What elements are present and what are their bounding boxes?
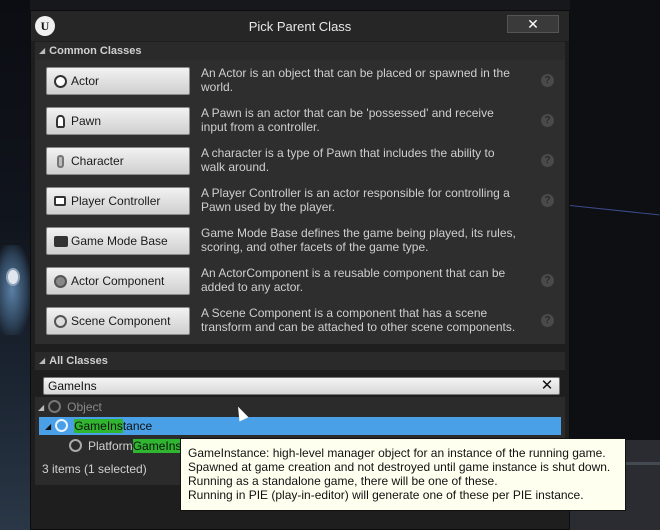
close-button[interactable]: ✕ (507, 15, 559, 33)
tooltip-line: Spawned at game creation and not destroy… (188, 460, 611, 474)
character-button-label: Character (71, 154, 124, 168)
help-icon[interactable]: ? (541, 154, 554, 167)
help-icon[interactable]: ? (541, 114, 554, 127)
expand-arrow-icon[interactable]: ◢ (38, 399, 44, 417)
clear-search-icon[interactable]: ✕ (538, 378, 556, 394)
search-match-highlight: GameIns (132, 439, 182, 453)
gameinstance-class-icon (55, 419, 69, 432)
viewport-scene-object (0, 245, 30, 335)
item-count-status: 3 items (1 selected) (42, 462, 147, 476)
actor-button-label: Actor (71, 74, 100, 88)
class-row-game-mode-base: Game Mode Base Game Mode Base defines th… (35, 220, 565, 260)
character-description: A character is a type of Pawn that inclu… (201, 146, 495, 174)
class-row-actor-component: Actor Component An ActorComponent is a r… (35, 260, 565, 300)
class-row-pawn: Pawn A Pawn is an actor that can be 'pos… (35, 100, 565, 140)
actor-component-button-label: Actor Component (71, 274, 165, 288)
player-controller-icon (54, 196, 66, 206)
scene-component-icon (54, 315, 67, 328)
tree-item-label-prefix: Platform (88, 439, 133, 453)
tooltip-line: Running as a standalone game, there will… (188, 474, 498, 488)
collapse-arrow-icon: ◢ (39, 46, 46, 55)
pawn-icon (56, 115, 65, 128)
game-mode-base-description: Game Mode Base defines the game being pl… (201, 226, 516, 254)
class-row-scene-component: Scene Component A Scene Component is a c… (35, 300, 565, 340)
common-classes-header[interactable]: ◢ Common Classes (35, 42, 565, 60)
dialog-title: Pick Parent Class (248, 19, 352, 34)
tree-item-label: Object (67, 400, 102, 414)
help-icon[interactable]: ? (541, 194, 554, 207)
help-icon[interactable]: ? (541, 274, 554, 287)
class-tooltip: GameInstance: high-level manager object … (180, 438, 626, 511)
scene-component-button[interactable]: Scene Component (46, 307, 190, 335)
actor-icon (54, 75, 67, 88)
tree-row-platform-gameinstance[interactable]: PlatformGameIns (69, 437, 182, 455)
game-mode-base-button-label: Game Mode Base (71, 234, 168, 248)
game-mode-base-button[interactable]: Game Mode Base (46, 227, 190, 255)
tree-row-gameinstance[interactable]: ◢ GameInstance (39, 417, 561, 435)
all-classes-label: All Classes (49, 355, 108, 367)
help-icon[interactable]: ? (541, 314, 554, 327)
game-mode-icon (54, 236, 68, 247)
platform-gameinstance-class-icon (69, 439, 82, 452)
collapse-arrow-icon: ◢ (39, 356, 46, 365)
class-search-input[interactable]: GameIns ✕ (43, 377, 560, 395)
tooltip-line: Running in PIE (play-in-editor) will gen… (188, 488, 584, 502)
search-match-highlight: GameIns (74, 419, 123, 433)
viewport-grid-line (569, 205, 660, 216)
tree-row-object[interactable]: ◢ Object (35, 398, 102, 416)
character-icon (57, 155, 64, 168)
player-controller-description: A Player Controller is an actor responsi… (201, 186, 510, 214)
object-class-icon (48, 400, 62, 413)
class-row-player-controller: Player Controller A Player Controller is… (35, 180, 565, 220)
viewport-actor-icon (6, 268, 20, 286)
actor-button[interactable]: Actor (46, 67, 190, 95)
scene-component-description: A Scene Component is a component that ha… (201, 306, 516, 334)
tree-item-label-rest: tance (122, 419, 153, 433)
actor-component-button[interactable]: Actor Component (46, 267, 190, 295)
all-classes-header[interactable]: ◢ All Classes (35, 352, 565, 370)
pawn-description: A Pawn is an actor that can be 'possesse… (201, 106, 494, 134)
player-controller-button[interactable]: Player Controller (46, 187, 190, 215)
viewport-background-left (0, 0, 30, 530)
class-row-actor: Actor An Actor is an object that can be … (35, 60, 565, 100)
character-button[interactable]: Character (46, 147, 190, 175)
pawn-button[interactable]: Pawn (46, 107, 190, 135)
expand-arrow-icon[interactable]: ◢ (45, 418, 51, 436)
common-classes-label: Common Classes (49, 45, 142, 57)
player-controller-button-label: Player Controller (71, 194, 161, 208)
tooltip-line: GameInstance: high-level manager object … (188, 446, 606, 460)
class-row-character: Character A character is a type of Pawn … (35, 140, 565, 180)
help-icon[interactable]: ? (541, 74, 554, 87)
scene-component-button-label: Scene Component (71, 314, 171, 328)
pawn-button-label: Pawn (71, 114, 102, 128)
common-classes-panel: Actor An Actor is an object that can be … (35, 60, 565, 344)
actor-component-icon (54, 275, 67, 288)
actor-component-description: An ActorComponent is a reusable componen… (201, 266, 506, 294)
title-bar[interactable]: U Pick Parent Class ✕ (31, 11, 569, 41)
actor-description: An Actor is an object that can be placed… (201, 66, 510, 94)
search-value: GameIns (48, 379, 97, 393)
